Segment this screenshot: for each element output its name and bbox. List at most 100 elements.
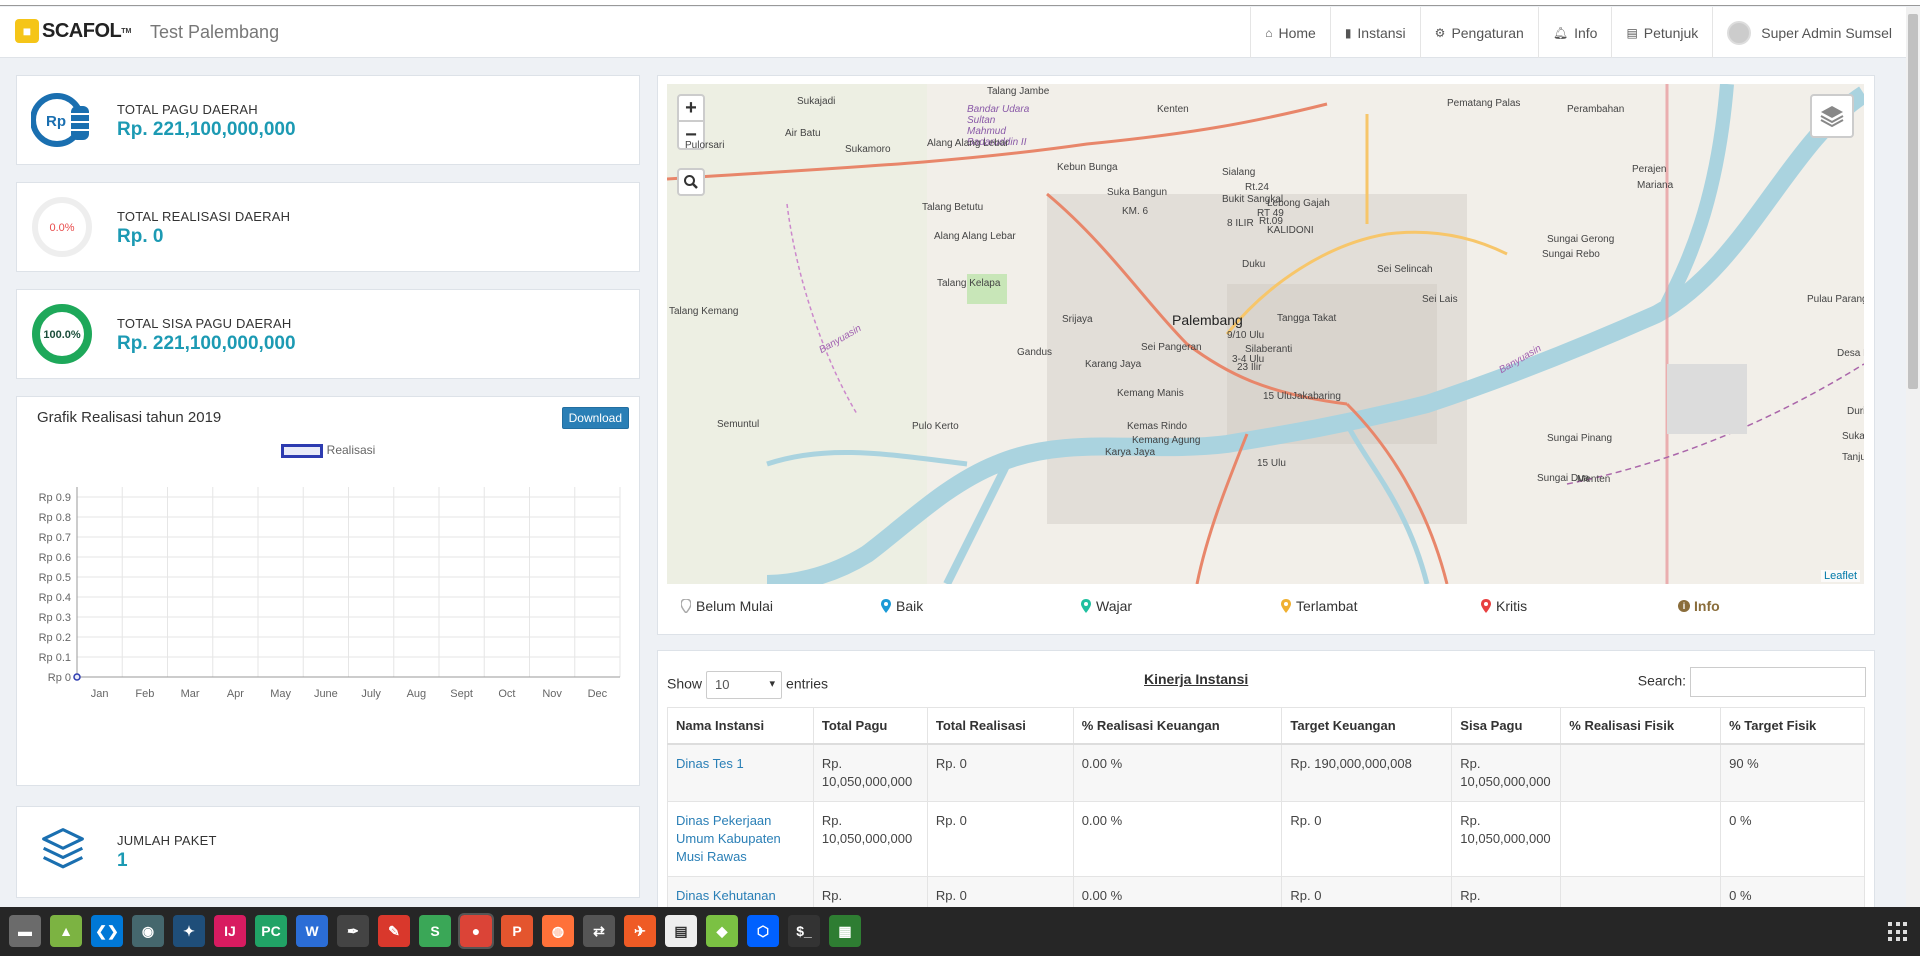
x-tick-label: Aug [407,688,427,700]
pycharm-icon[interactable]: PC [255,915,287,947]
series-point [73,673,81,681]
entries-control: Show10entries [667,671,828,699]
y-tick-label: Rp 0.8 [39,512,71,524]
instansi-link[interactable]: Dinas Tes 1 [676,756,744,771]
inkscape-icon[interactable]: ✒ [337,915,369,947]
dropbox-icon[interactable]: ⬡ [747,915,779,947]
map-place-label: 9/10 Ulu [1227,330,1265,341]
wps-presentation-icon[interactable]: P [501,915,533,947]
x-tick-label: Jan [91,688,109,700]
nav-info-label: Info [1574,24,1598,41]
realisasi-line-chart: Rp 0 Rp 0.1 Rp 0.2 Rp 0.3 Rp 0.4 Rp 0.5 Rp 0.6… [39,487,621,700]
entries-select[interactable]: 10 [706,671,783,699]
trademark-mark: TM [121,27,132,35]
map-status-legend: Belum Mulai Baik Wajar Terlambat Kritis … [667,594,1864,624]
nav-info[interactable]: 🔔︎ Info [1537,7,1612,58]
app-grid-icon[interactable] [1888,922,1908,942]
cell-pct-fisik [1560,743,1722,802]
map-canvas[interactable]: + − Leaflet Talang Jambe Sukajadi Bandar U… [667,84,1864,584]
postman-icon[interactable]: ✈ [624,915,656,947]
wps-pdf-icon[interactable]: ✎ [378,915,410,947]
nav-instansi-label: Instansi [1357,24,1406,41]
map-pin-yellow-icon [1281,599,1291,613]
x-tick-label: Nov [542,688,562,700]
column-header[interactable]: Nama Instansi [667,707,814,745]
cell-realisasi: Rp. 0 [926,875,1074,909]
download-button[interactable]: Download [561,407,629,429]
x-tick-label: Oct [498,688,515,700]
nav-home[interactable]: ⌂ Home [1250,7,1330,58]
map-place-label: Talang Kelapa [937,278,1001,289]
intellij-icon[interactable]: IJ [214,915,246,947]
map-place-label: Durian Gadis [1847,406,1864,417]
nav-user-menu[interactable]: Super Admin Sumsel [1712,7,1906,58]
column-header[interactable]: Sisa Pagu [1451,707,1562,745]
cell-pct-keu: 0.00 % [1072,875,1283,909]
map-place-label: Srijaya [1062,314,1093,325]
cell-target: Rp. 0 [1281,800,1453,877]
status-wajar-label: Wajar [1096,598,1133,614]
terminal-icon[interactable]: $_ [788,915,820,947]
map-place-label: Kemas Rindo [1127,421,1188,432]
3d-box-icon[interactable]: ◆ [706,915,738,947]
search-input[interactable] [1690,667,1866,697]
map-place-label: Kenten [1157,104,1189,115]
teamviewer-icon[interactable]: ⇄ [583,915,615,947]
y-tick-label: Rp 0.4 [39,592,71,604]
map-place-label: Mariana [1637,180,1674,191]
file-manager-icon[interactable]: ▬ [9,915,41,947]
layers-control-icon[interactable] [1810,94,1854,138]
cell-target: Rp. 0 [1281,875,1453,909]
column-header[interactable]: % Realisasi Keuangan [1072,707,1283,745]
firefox-icon[interactable]: ◍ [542,915,574,947]
cell-sisa: Rp. 10,050,000,000 [1451,800,1562,877]
brand-logo[interactable]: ■ SCAFOL TM [15,19,131,43]
column-header[interactable]: Total Realisasi [926,707,1074,745]
legend-label: Realisasi [326,443,376,457]
wps-writer-icon[interactable]: W [296,915,328,947]
x-tick-label: Mar [181,688,200,700]
text-editor-icon[interactable]: ▤ [665,915,697,947]
user-name: Super Admin Sumsel [1761,24,1892,41]
nav-petunjuk[interactable]: ▤ Petunjuk [1611,7,1712,58]
instansi-link[interactable]: Dinas Pekerjaan Umum Kabupaten Musi Rawa… [676,813,781,864]
zoom-in-button[interactable]: + [677,94,705,122]
nav-pengaturan[interactable]: ⚙ Pengaturan [1419,7,1538,58]
map-place-label: Sungai Pinang [1547,433,1613,444]
map-place-label: Rt.24 [1245,182,1269,193]
column-header[interactable]: % Target Fisik [1720,707,1865,745]
cell-target-fisik: 0 % [1720,800,1865,877]
stat-card-sisa: 100.0% TOTAL SISA PAGU DAERAH Rp. 221,10… [16,289,640,379]
chart-legend[interactable]: Realisasi [17,443,639,458]
chrome-icon[interactable]: ● [458,913,494,949]
cell-pagu: Rp. 10,050,000,000 [812,743,928,802]
wps-spreadsheet-icon[interactable]: S [419,915,451,947]
map-place-label: Palembang [1172,312,1243,328]
map-search-icon[interactable] [677,168,705,196]
kinerja-table-card: Show10entries Kinerja Instansi Search: N… [657,650,1875,910]
krita-icon[interactable]: ◉ [132,915,164,947]
system-monitor-icon[interactable]: ▦ [829,915,861,947]
mysql-workbench-icon[interactable]: ✦ [173,915,205,947]
vscode-icon[interactable]: ❮❯ [91,915,123,947]
column-header[interactable]: % Realisasi Fisik [1560,707,1722,745]
nav-home-label: Home [1278,24,1316,41]
cell-pct-fisik [1560,875,1722,909]
instansi-link[interactable]: Dinas Kehutanan [676,888,776,903]
page-scrollbar-thumb[interactable] [1908,14,1918,389]
x-tick-label: Sept [450,688,473,700]
cell-target: Rp. 190,000,000,008 [1281,743,1453,802]
nav-instansi[interactable]: ▮ Instansi [1329,7,1420,58]
table-title[interactable]: Kinerja Instansi [1144,671,1248,687]
android-studio-icon[interactable]: ▲ [50,915,82,947]
map-place-label: 15 Ulu [1263,391,1292,402]
x-tick-label: May [270,688,291,700]
app-title: Test Palembang [150,22,280,42]
status-info-link[interactable]: i Info [1678,598,1720,614]
legend-swatch [280,443,323,458]
column-header[interactable]: Target Keuangan [1281,707,1453,745]
map-attribution-link[interactable]: Leaflet [1820,570,1860,582]
column-header[interactable]: Total Pagu [812,707,928,745]
cell-realisasi: Rp. 0 [926,800,1074,877]
nav-menu: ⌂ Home ▮ Instansi ⚙ Pengaturan 🔔︎ Info ▤ Petu… [1250,7,1906,58]
